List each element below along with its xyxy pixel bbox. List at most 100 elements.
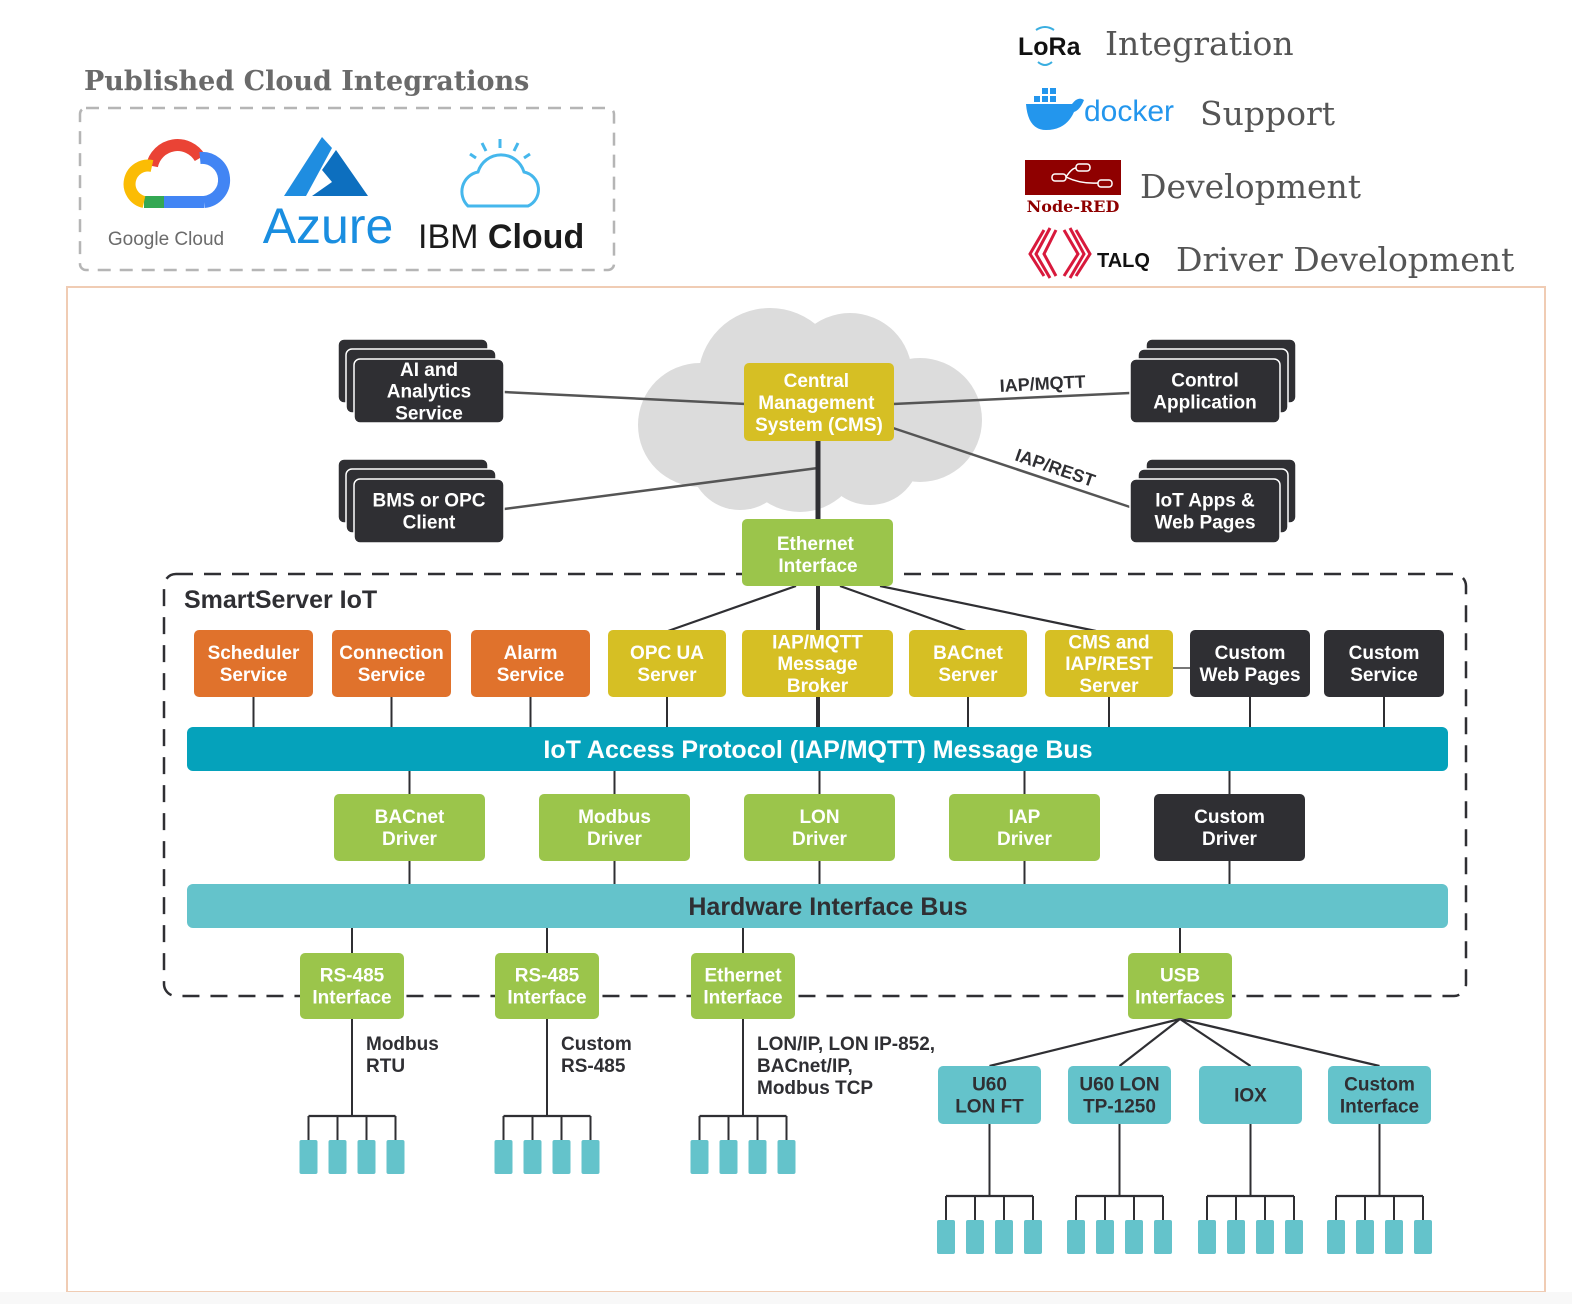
driver-lon-driver-label: LON Driver xyxy=(792,807,848,850)
device-node[interactable] xyxy=(995,1220,1013,1254)
google-cloud-icon xyxy=(123,139,231,208)
message-bus: IoT Access Protocol (IAP/MQTT) Message B… xyxy=(187,727,1448,771)
service-iap-mqtt-message-broker[interactable]: IAP/MQTT Message Broker xyxy=(742,630,893,697)
azure-label: Azure xyxy=(263,198,394,254)
device-node[interactable] xyxy=(1327,1220,1345,1254)
svg-text:LoRa: LoRa xyxy=(1018,33,1082,61)
device-node[interactable] xyxy=(552,1140,571,1174)
driver-iap-driver[interactable]: IAP Driver xyxy=(949,794,1100,861)
driver-lon-driver[interactable]: LON Driver xyxy=(744,794,895,861)
device-node[interactable] xyxy=(1414,1220,1432,1254)
device-node[interactable] xyxy=(1067,1220,1085,1254)
service-scheduler-service-label: Scheduler Service xyxy=(208,643,300,686)
feature-list: LoRa Integration docker Support Node-RED… xyxy=(1018,24,1514,279)
device-node[interactable] xyxy=(357,1140,376,1174)
device-node[interactable] xyxy=(1285,1220,1303,1254)
device-node[interactable] xyxy=(1385,1220,1403,1254)
service-scheduler-service[interactable]: Scheduler Service xyxy=(194,630,313,697)
interface-0-label: RS-485 Interface xyxy=(312,966,391,1009)
device-node[interactable] xyxy=(494,1140,513,1174)
ibm-cloud-label: IBM Cloud xyxy=(418,218,584,256)
device-node[interactable] xyxy=(523,1140,542,1174)
page-bottom-margin xyxy=(0,1292,1572,1304)
service-alarm-service-label: Alarm Service xyxy=(497,643,565,686)
device-node[interactable] xyxy=(1256,1220,1274,1254)
protocol-label: Custom RS-485 xyxy=(561,1034,632,1077)
service-opc-ua-server[interactable]: OPC UA Server xyxy=(608,630,726,697)
device-node[interactable] xyxy=(386,1140,405,1174)
ethernet-interface-top-label: Ethernet Interface xyxy=(777,534,859,577)
device-node[interactable] xyxy=(1125,1220,1143,1254)
device-node[interactable] xyxy=(690,1140,709,1174)
feature-label: Driver Development xyxy=(1176,240,1514,279)
service-cms-and-iap-rest-server[interactable]: CMS and IAP/REST Server xyxy=(1045,630,1173,697)
usb-child-iox[interactable]: IOX xyxy=(1199,1066,1302,1124)
svg-text:TALQ: TALQ xyxy=(1097,250,1150,272)
cloud-integrations-title: Published Cloud Integrations xyxy=(84,66,529,97)
driver-bacnet-driver[interactable]: BACnet Driver xyxy=(334,794,485,861)
service-custom-service[interactable]: Custom Service xyxy=(1324,630,1444,697)
talq-icon: TALQ xyxy=(1028,227,1150,279)
smartserver-title: SmartServer IoT xyxy=(184,586,377,614)
service-bacnet-server[interactable]: BACnet Server xyxy=(909,630,1027,697)
device-node[interactable] xyxy=(581,1140,600,1174)
interface-1-label: RS-485 Interface xyxy=(507,966,586,1009)
architecture-diagram: Published Cloud Integrations Google Clou… xyxy=(0,24,1572,1304)
usb-child-custom-interface[interactable]: Custom Interface xyxy=(1328,1066,1431,1124)
iot-apps-web-pages-label: IoT Apps & Web Pages xyxy=(1154,491,1255,534)
service-connection-service[interactable]: Connection Service xyxy=(332,630,451,697)
device-node[interactable] xyxy=(719,1140,738,1174)
usb-child-u60-lon-tp-1250[interactable]: U60 LON TP-1250 xyxy=(1068,1066,1171,1124)
interface-0[interactable]: RS-485 Interface xyxy=(300,953,404,1019)
lora-icon: LoRa xyxy=(1018,26,1082,66)
usb-child-u60-lon-ft[interactable]: U60 LON FT xyxy=(938,1066,1041,1124)
device-node[interactable] xyxy=(1096,1220,1114,1254)
usb-child-iox-label: IOX xyxy=(1234,1086,1267,1107)
driver-custom-driver[interactable]: Custom Driver xyxy=(1154,794,1305,861)
hardware-interface-bus: Hardware Interface Bus xyxy=(187,884,1448,928)
device-node[interactable] xyxy=(1198,1220,1216,1254)
feature-label: Support xyxy=(1200,94,1335,133)
driver-modbus-driver-label: Modbus Driver xyxy=(578,807,651,850)
device-node[interactable] xyxy=(937,1220,955,1254)
usb-child-u60-lon-tp-1250-label: U60 LON TP-1250 xyxy=(1079,1075,1159,1118)
ibm-cloud-icon xyxy=(460,139,540,208)
feature-label: Development xyxy=(1140,167,1361,206)
cloud-integrations-section: Published Cloud Integrations Google Clou… xyxy=(78,66,616,272)
device-node[interactable] xyxy=(966,1220,984,1254)
service-custom-web-pages-label: Custom Web Pages xyxy=(1199,643,1300,686)
device-node[interactable] xyxy=(777,1140,796,1174)
service-custom-service-label: Custom Service xyxy=(1349,643,1420,686)
hardware-bus-label: Hardware Interface Bus xyxy=(688,893,967,921)
cms-box[interactable]: Central Management System (CMS) xyxy=(744,363,894,441)
control-application[interactable]: Control Application xyxy=(1129,338,1297,424)
svg-text:docker: docker xyxy=(1084,95,1174,128)
device-node[interactable] xyxy=(1024,1220,1042,1254)
interface-3[interactable]: USB Interfaces xyxy=(1128,953,1232,1019)
driver-bacnet-driver-label: BACnet Driver xyxy=(375,807,445,850)
device-node[interactable] xyxy=(1356,1220,1374,1254)
device-node[interactable] xyxy=(748,1140,767,1174)
google-cloud-label: Google Cloud xyxy=(108,229,224,250)
usb-child-custom-interface-label: Custom Interface xyxy=(1340,1075,1419,1118)
ai-analytics-service[interactable]: AI and Analytics Service xyxy=(337,338,505,425)
service-custom-web-pages[interactable]: Custom Web Pages xyxy=(1190,630,1310,697)
ethernet-interface-top[interactable]: Ethernet Interface xyxy=(742,519,893,586)
interface-1[interactable]: RS-485 Interface xyxy=(495,953,599,1019)
service-opc-ua-server-label: OPC UA Server xyxy=(630,643,704,686)
feature-docker: docker Support xyxy=(1026,88,1335,133)
feature-label: Integration xyxy=(1105,24,1294,63)
bms-opc-client[interactable]: BMS or OPC Client xyxy=(337,458,505,544)
feature-talq: TALQ Driver Development xyxy=(1028,227,1514,279)
node-red-icon: Node-RED xyxy=(1025,160,1121,216)
iot-apps-web-pages[interactable]: IoT Apps & Web Pages xyxy=(1129,458,1297,544)
service-alarm-service[interactable]: Alarm Service xyxy=(471,630,590,697)
device-node[interactable] xyxy=(328,1140,347,1174)
message-bus-label: IoT Access Protocol (IAP/MQTT) Message B… xyxy=(543,736,1092,764)
driver-modbus-driver[interactable]: Modbus Driver xyxy=(539,794,690,861)
interface-2[interactable]: Ethernet Interface xyxy=(691,953,795,1019)
interface-2-label: Ethernet Interface xyxy=(703,966,782,1009)
device-node[interactable] xyxy=(1227,1220,1245,1254)
device-node[interactable] xyxy=(1154,1220,1172,1254)
device-node[interactable] xyxy=(299,1140,318,1174)
